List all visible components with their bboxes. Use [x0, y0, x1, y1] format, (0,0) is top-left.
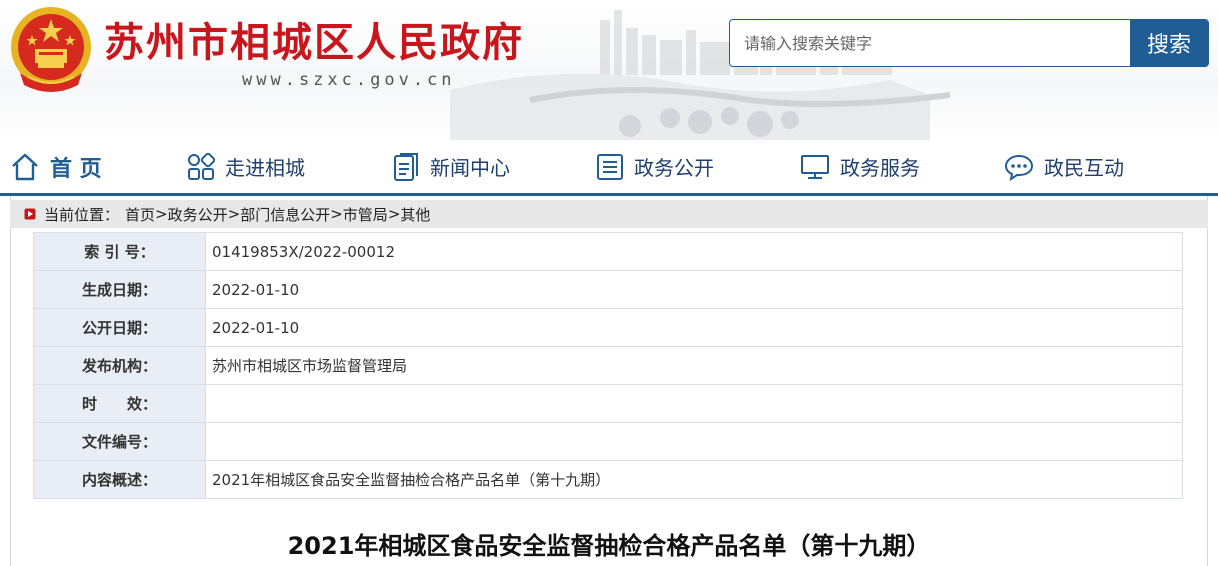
breadcrumb-separator: > [387, 205, 401, 223]
nav-item-about-xiangcheng[interactable]: 走进相城 [187, 140, 305, 193]
table-row: 文件编号： [33, 422, 1183, 461]
home-icon [12, 153, 38, 180]
nav-item-government-services[interactable]: 政务服务 [800, 140, 920, 193]
search-box: 搜索 [729, 19, 1209, 67]
nav-item-public-interaction[interactable]: 政民互动 [1004, 140, 1124, 193]
national-emblem-logo [11, 7, 91, 92]
list-icon [597, 153, 623, 180]
nav-label-interaction: 政民互动 [1044, 156, 1124, 180]
nav-item-home[interactable]: 首 页 [10, 140, 102, 193]
table-row: 生成日期： 2022-01-10 [33, 270, 1183, 309]
breadcrumb-link-affairs[interactable]: 政务公开 [168, 204, 228, 225]
breadcrumb-separator: > [330, 205, 343, 223]
meta-value-index-number: 01419853X/2022-00012 [205, 232, 1183, 271]
meta-label-summary: 内容概述： [33, 460, 206, 499]
nav-label-affairs: 政务公开 [634, 156, 714, 180]
meta-label-issuing-agency: 发布机构： [33, 346, 206, 385]
breadcrumb-separator: > [227, 205, 241, 223]
nav-item-news-center[interactable]: 新闻中心 [392, 140, 510, 193]
chat-bubble-icon [1004, 154, 1034, 181]
table-row: 公开日期： 2022-01-10 [33, 308, 1183, 347]
nav-label-home: 首 页 [50, 156, 102, 182]
table-row: 时 效： [33, 384, 1183, 423]
location-marker-icon [24, 208, 36, 220]
breadcrumb-prefix: 当前位置： [44, 205, 120, 224]
meta-label-index-number: 索 引 号： [33, 232, 206, 271]
site-title[interactable]: 苏州市相城区人民政府 [104, 10, 524, 68]
search-button[interactable]: 搜索 [1130, 20, 1208, 66]
site-domain: www.szxc.gov.cn [242, 70, 456, 90]
meta-label-document-number: 文件编号： [33, 422, 206, 461]
table-row: 发布机构： 苏州市相城区市场监督管理局 [33, 346, 1183, 385]
breadcrumb-link-department-info[interactable]: 部门信息公开 [240, 204, 330, 225]
monitor-icon [801, 154, 829, 179]
site-header: 苏州市相城区人民政府 www.szxc.gov.cn 搜索 [0, 0, 1218, 140]
meta-value-document-number [205, 422, 1183, 461]
document-icon [394, 152, 418, 181]
document-title: 2021年相城区食品安全监督抽检合格产品名单（第十九期） [287, 532, 931, 560]
nav-label-about: 走进相城 [225, 156, 305, 180]
table-row: 内容概述： 2021年相城区食品安全监督抽检合格产品名单（第十九期） [33, 460, 1183, 499]
meta-value-created-date: 2022-01-10 [205, 270, 1183, 309]
breadcrumb-separator: > [155, 205, 168, 223]
nav-label-services: 政务服务 [840, 156, 920, 180]
nav-label-news: 新闻中心 [430, 156, 510, 180]
meta-value-issuing-agency: 苏州市相城区市场监督管理局 [205, 346, 1183, 385]
breadcrumb-link-other[interactable]: 其他 [400, 204, 430, 225]
breadcrumb-link-home[interactable]: 首页 [125, 204, 155, 225]
search-input[interactable] [730, 20, 1128, 66]
meta-label-created-date: 生成日期： [33, 270, 206, 309]
grid-icon [188, 152, 215, 180]
breadcrumb-link-market-bureau[interactable]: 市管局 [343, 204, 388, 225]
breadcrumb: 当前位置： 首页 > 政务公开 > 部门信息公开 > 市管局 > 其他 [10, 200, 1208, 228]
table-row: 索 引 号： 01419853X/2022-00012 [33, 232, 1183, 271]
meta-value-validity [205, 384, 1183, 423]
main-nav: 首 页 走进相城 新闻中心 政务公开 政务服务 政民互动 [0, 140, 1218, 196]
nav-item-government-affairs[interactable]: 政务公开 [596, 140, 714, 193]
meta-label-publish-date: 公开日期： [33, 308, 206, 347]
meta-value-summary: 2021年相城区食品安全监督抽检合格产品名单（第十九期） [205, 460, 1183, 499]
meta-value-publish-date: 2022-01-10 [205, 308, 1183, 347]
document-meta-table: 索 引 号： 01419853X/2022-00012 生成日期： 2022-0… [33, 232, 1183, 499]
meta-label-validity: 时 效： [33, 384, 206, 423]
